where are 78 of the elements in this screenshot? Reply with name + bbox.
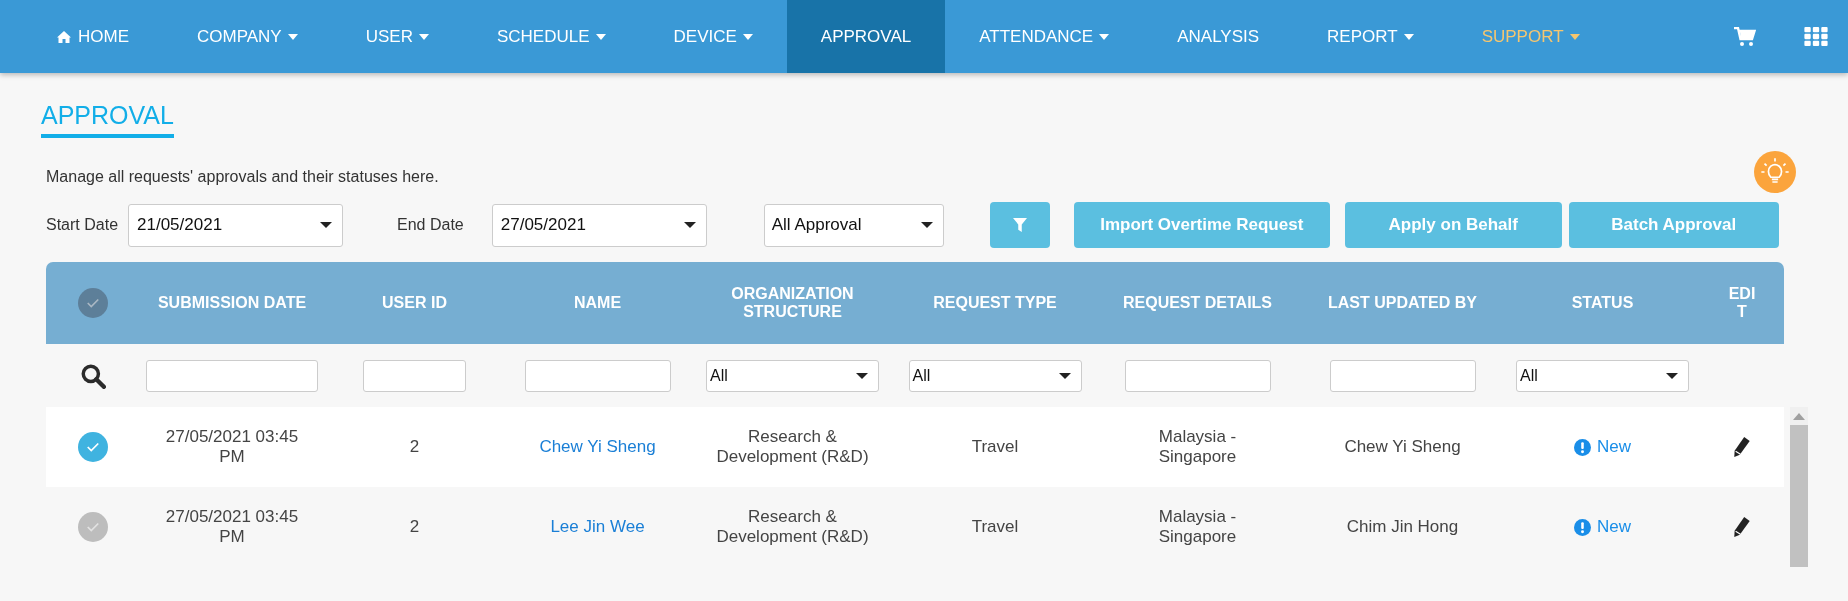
- start-date-label: Start Date: [46, 216, 119, 234]
- pencil-icon[interactable]: [1733, 436, 1751, 458]
- filter-input[interactable]: [1329, 359, 1476, 392]
- scrollbar[interactable]: [1790, 407, 1808, 567]
- action-button[interactable]: Apply on Behalf: [1344, 202, 1562, 248]
- nav-item[interactable]: USER: [331, 0, 463, 73]
- exclamation-icon: [1574, 518, 1591, 536]
- filter-input[interactable]: [363, 359, 466, 392]
- approval-type-dropdown[interactable]: All Approval: [763, 203, 944, 247]
- row-checkbox[interactable]: [78, 512, 108, 542]
- table-cell: Travel: [971, 517, 1019, 537]
- user-name-link[interactable]: Chew Yi Sheng: [539, 437, 656, 457]
- action-button[interactable]: Batch Approval: [1568, 202, 1779, 248]
- column-header: NAME: [573, 294, 622, 312]
- table-cell: 2: [409, 437, 420, 457]
- nav-item[interactable]: ATTENDANCE: [945, 0, 1144, 73]
- caret-icon: [742, 33, 753, 40]
- pencil-icon[interactable]: [1733, 516, 1751, 538]
- status-label: New: [1574, 437, 1631, 457]
- filter-dropdown[interactable]: All: [1516, 359, 1689, 392]
- column-header: REQUEST DETAILS: [1122, 294, 1272, 312]
- home-icon: [56, 29, 72, 44]
- table-cell-text: Malaysia - Singapore: [1157, 507, 1238, 547]
- table-cell: Chim Jin Hong: [1346, 517, 1459, 537]
- page-description: Manage all requests' approvals and their statuses here.: [46, 168, 439, 186]
- nav-item[interactable]: SCHEDULE: [462, 0, 640, 73]
- filter-input[interactable]: [146, 359, 318, 392]
- page-title: APPROVAL: [41, 101, 174, 138]
- nav-item[interactable]: COMPANY: [163, 0, 332, 73]
- caret-icon: [1099, 33, 1110, 40]
- caret-icon: [595, 33, 606, 40]
- funnel-icon: [1012, 218, 1027, 232]
- filter-input[interactable]: [1124, 359, 1271, 392]
- table-cell-text: Research & Development (R&D): [715, 507, 870, 547]
- filter-dropdown[interactable]: All: [706, 359, 879, 392]
- search-icon: [80, 362, 106, 389]
- table-cell-text: 27/05/2021 03:45 PM: [164, 427, 300, 467]
- action-button[interactable]: Import Overtime Request: [1073, 202, 1330, 248]
- column-header: STATUS: [1571, 294, 1634, 312]
- nav-item[interactable]: SUPPORT: [1447, 0, 1614, 73]
- exclamation-icon: [1574, 438, 1591, 456]
- table-cell-text: 27/05/2021 03:45 PM: [164, 507, 300, 547]
- nav-item[interactable]: DEVICE: [639, 0, 787, 73]
- caret-icon: [418, 33, 429, 40]
- column-header: REQUEST TYPE: [933, 294, 1057, 312]
- start-date-dropdown[interactable]: 21/05/2021: [128, 203, 344, 247]
- column-header: USER ID: [382, 294, 447, 312]
- end-date-dropdown[interactable]: 27/05/2021: [491, 203, 707, 247]
- column-header: ORGANIZATION STRUCTURE: [730, 285, 855, 321]
- nav-item[interactable]: HOME: [22, 0, 163, 73]
- filter-input[interactable]: [524, 359, 671, 392]
- column-header: LAST UPDATED BY: [1327, 294, 1477, 312]
- filter-button[interactable]: [989, 202, 1050, 248]
- nav-item[interactable]: APPROVAL: [786, 0, 946, 73]
- checkmark-icon: [86, 441, 100, 453]
- cart-icon[interactable]: [1734, 26, 1756, 47]
- checkmark-icon: [86, 521, 100, 533]
- column-header: EDI T: [1727, 285, 1757, 321]
- user-name-link[interactable]: Lee Jin Wee: [550, 517, 645, 537]
- end-date-label: End Date: [397, 216, 464, 234]
- table-cell-text: Research & Development (R&D): [715, 427, 870, 467]
- apps-grid-icon[interactable]: [1804, 27, 1828, 46]
- table-cell: 2: [409, 517, 420, 537]
- nav-item[interactable]: REPORT: [1293, 0, 1448, 73]
- select-all-checkbox[interactable]: [78, 288, 108, 318]
- table-cell: Chew Yi Sheng: [1344, 437, 1461, 457]
- nav-item[interactable]: ANALYSIS: [1143, 0, 1294, 73]
- lightbulb-icon[interactable]: [1754, 151, 1796, 193]
- column-header: SUBMISSION DATE: [157, 294, 307, 312]
- caret-icon: [287, 33, 298, 40]
- checkmark-icon: [86, 297, 100, 309]
- table-cell-text: Malaysia - Singapore: [1157, 427, 1238, 467]
- table-cell: Travel: [971, 437, 1019, 457]
- status-label: New: [1574, 517, 1631, 537]
- row-checkbox[interactable]: [78, 432, 108, 462]
- caret-icon: [1569, 33, 1580, 40]
- filter-dropdown[interactable]: All: [908, 359, 1082, 392]
- caret-icon: [1403, 33, 1414, 40]
